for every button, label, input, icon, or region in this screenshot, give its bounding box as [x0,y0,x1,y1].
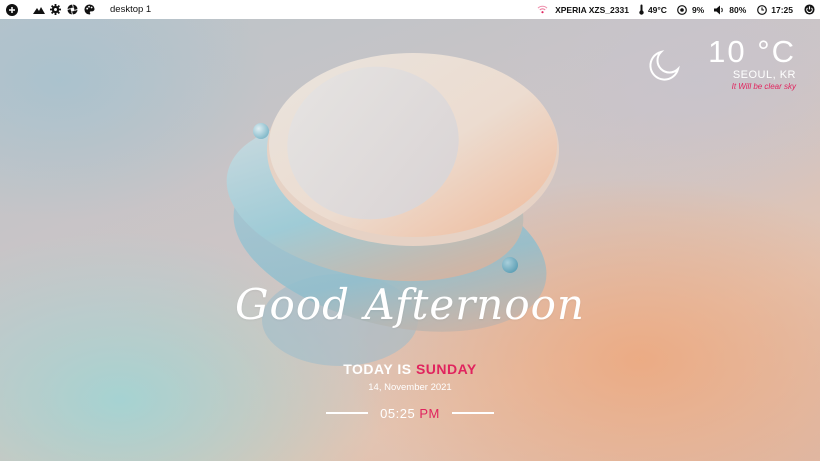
crescent-moon-icon [647,49,681,83]
volume-indicator[interactable]: 80% [713,3,746,16]
divider-left [326,412,369,414]
speaker-icon [713,3,726,16]
power-icon[interactable] [803,3,816,16]
plus-circle-icon[interactable] [5,3,18,16]
cpu-value: 9% [691,4,705,15]
temperature-value: 49°C [647,4,667,15]
clock-icon [755,3,768,16]
time-row: 05:25 PM [326,404,495,422]
weather-widget: 10 °C SEOUL, KR It Will be clear sky [708,34,796,92]
weather-location: SEOUL, KR [732,69,796,81]
day-name: SUNDAY [415,361,477,377]
date-text: 14, November 2021 [368,382,452,393]
gear-icon[interactable] [49,3,62,16]
top-panel-left: desktop 1 [0,0,151,19]
cpu-indicator[interactable]: 9% [676,3,704,16]
thermometer-icon [638,3,645,16]
volume-value: 80% [729,4,747,15]
time-value: 05:25 [380,405,416,421]
clock-indicator[interactable]: 17:25 [755,3,793,16]
network-name[interactable]: XPERIA XZS_2331 [555,5,629,15]
meridiem: PM [419,405,440,421]
cpu-icon [676,3,689,16]
temperature-indicator[interactable]: 49°C [638,3,667,16]
top-panel: desktop 1 XPERIA XZS_2331 49°C 9% 80% 17… [0,0,820,19]
day-of-week-line: TODAY IS SUNDAY [0,361,820,377]
weather-temperature: 10 °C [708,34,796,69]
today-prefix: TODAY IS [343,361,412,377]
clock-value: 17:25 [771,4,793,15]
aperture-icon[interactable] [66,3,79,16]
time-display: 05:25 PM [368,406,452,421]
divider-right [451,412,495,414]
greeting-text: Good Afternoon [235,280,585,329]
wifi-icon[interactable] [536,3,549,16]
top-panel-right: XPERIA XZS_2331 49°C 9% 80% 17:25 [536,0,820,19]
workspace-label[interactable]: desktop 1 [110,4,151,15]
mountain-icon[interactable] [32,3,45,16]
weather-forecast: It Will be clear sky [731,82,796,91]
palette-icon[interactable] [83,3,96,16]
